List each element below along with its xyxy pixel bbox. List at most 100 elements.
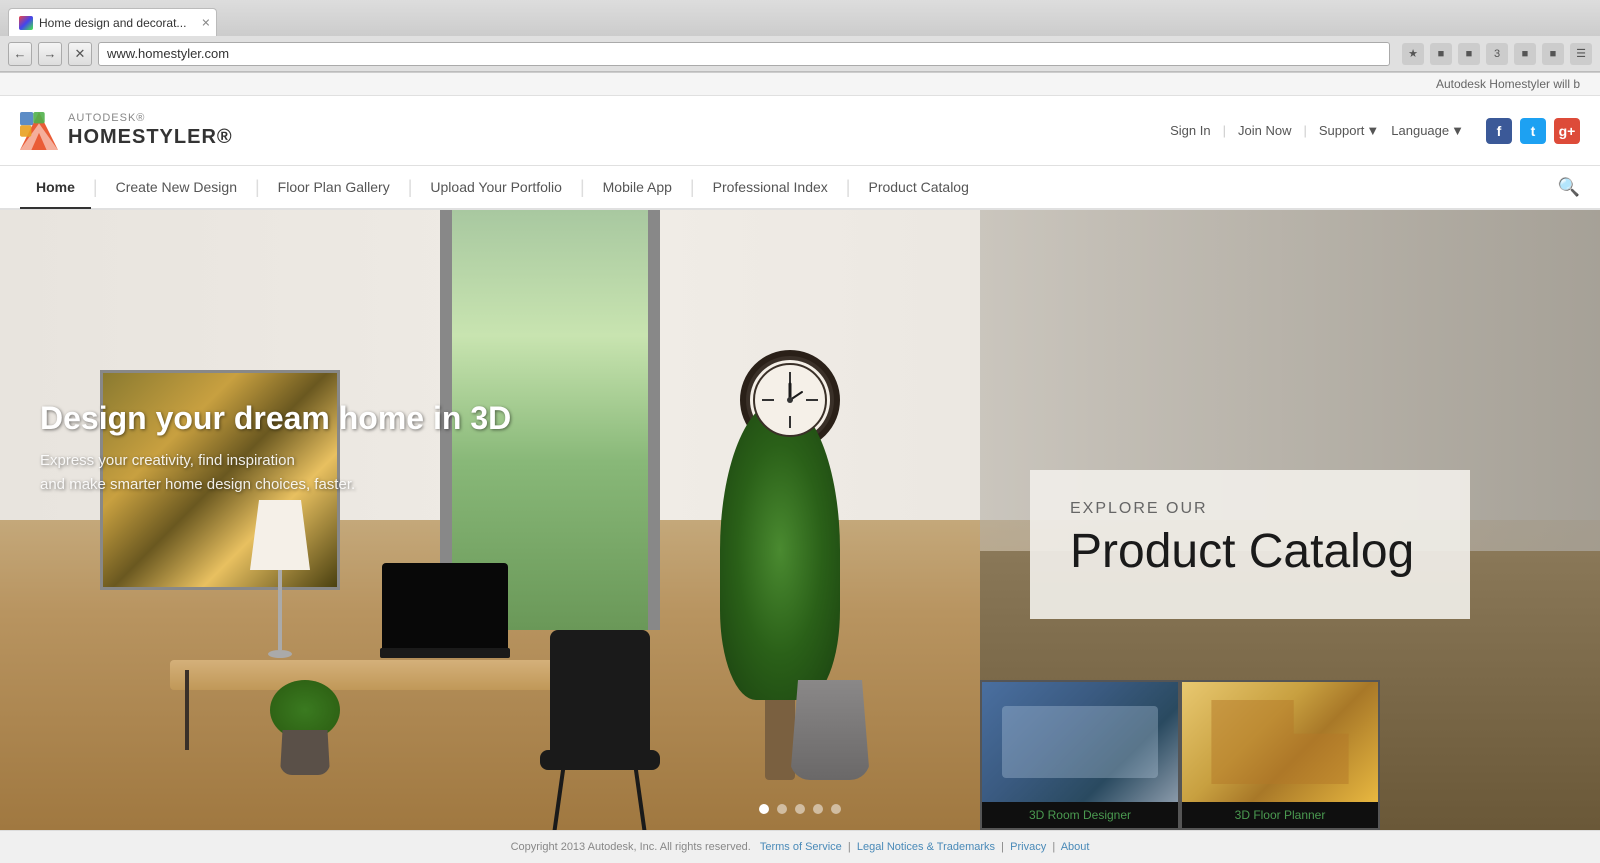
browser-tab[interactable]: Home design and decorat... ✕ bbox=[8, 8, 217, 36]
header-right: Sign In | Join Now | Support ▼ Language … bbox=[1170, 118, 1580, 144]
menu-button[interactable]: ☰ bbox=[1570, 43, 1592, 65]
ext-icon-4[interactable]: ■ bbox=[1514, 43, 1536, 65]
hero-headline: Design your dream home in 3D bbox=[40, 400, 511, 437]
nav-divider-4: | bbox=[578, 177, 587, 198]
chair-back bbox=[550, 630, 650, 750]
logo-area: AUTODESK® HOMESTYLER® bbox=[20, 112, 233, 150]
ext-icon-2[interactable]: ■ bbox=[1458, 43, 1480, 65]
logo-text: AUTODESK® HOMESTYLER® bbox=[68, 112, 233, 149]
chair bbox=[540, 750, 660, 770]
browser-addressbar: ← → ✕ www.homestyler.com ★ ■ ■ 3 ■ ■ ☰ bbox=[0, 36, 1600, 72]
browser-tabbar: Home design and decorat... ✕ bbox=[0, 0, 1600, 36]
ext-icon-5[interactable]: ■ bbox=[1542, 43, 1564, 65]
hero-subtext: Express your creativity, find inspiratio… bbox=[40, 449, 400, 497]
nav-item-upload[interactable]: Upload Your Portfolio bbox=[414, 167, 578, 209]
footer-about-link[interactable]: About bbox=[1061, 841, 1090, 853]
thumbnail-floor-label: 3D Floor Planner bbox=[1182, 802, 1378, 828]
homestyler-label: HOMESTYLER® bbox=[68, 125, 233, 149]
site-footer: Copyright 2013 Autodesk, Inc. All rights… bbox=[0, 830, 1600, 863]
address-bar[interactable]: www.homestyler.com bbox=[98, 42, 1390, 66]
hero-dot-3[interactable] bbox=[795, 804, 805, 814]
thumbnail-room-label: 3D Room Designer bbox=[982, 802, 1178, 828]
footer-privacy-link[interactable]: Privacy bbox=[1010, 841, 1046, 853]
ext-icon-1[interactable]: ■ bbox=[1430, 43, 1452, 65]
hero-dot-1[interactable] bbox=[759, 804, 769, 814]
footer-legal-link[interactable]: Legal Notices & Trademarks bbox=[857, 841, 995, 853]
header-sep-1: | bbox=[1223, 123, 1226, 138]
nav-item-floorplan[interactable]: Floor Plan Gallery bbox=[262, 167, 406, 209]
site-wrapper: Autodesk Homestyler will b AUTODESK® HOM… bbox=[0, 73, 1600, 863]
nav-divider-3: | bbox=[406, 177, 415, 198]
support-chevron-icon: ▼ bbox=[1366, 123, 1379, 138]
tab-close-button[interactable]: ✕ bbox=[201, 16, 210, 29]
brand-logo-icon bbox=[20, 112, 58, 150]
nav-item-catalog[interactable]: Product Catalog bbox=[852, 167, 984, 209]
language-label: Language bbox=[1391, 123, 1449, 138]
thumbnail-room-img bbox=[982, 682, 1178, 802]
ext-icon-3[interactable]: 3 bbox=[1486, 43, 1508, 65]
footer-copyright: Copyright 2013 Autodesk, Inc. All rights… bbox=[511, 841, 751, 853]
site-header: AUTODESK® HOMESTYLER® Sign In | Join Now… bbox=[0, 96, 1600, 166]
laptop-base bbox=[380, 648, 510, 658]
browser-chrome: Home design and decorat... ✕ ← → ✕ www.h… bbox=[0, 0, 1600, 73]
google-plus-icon[interactable]: g+ bbox=[1554, 118, 1580, 144]
explore-title: Product Catalog bbox=[1070, 526, 1430, 579]
tab-favicon bbox=[19, 16, 33, 30]
bookmark-icon[interactable]: ★ bbox=[1402, 43, 1424, 65]
facebook-icon[interactable]: f bbox=[1486, 118, 1512, 144]
thumbnail-bar: 3D Room Designer 3D Floor Planner bbox=[980, 680, 1600, 830]
chair-seat bbox=[540, 750, 660, 770]
hero-dot-5[interactable] bbox=[831, 804, 841, 814]
nav-divider-5: | bbox=[688, 177, 697, 198]
laptop-screen bbox=[382, 563, 508, 648]
twitter-icon[interactable]: t bbox=[1520, 118, 1546, 144]
small-plant bbox=[280, 730, 330, 775]
lamp-foot bbox=[268, 650, 292, 658]
nav-item-create[interactable]: Create New Design bbox=[100, 167, 253, 209]
join-now-link[interactable]: Join Now bbox=[1238, 123, 1291, 138]
clock-face bbox=[750, 360, 830, 440]
language-button[interactable]: Language ▼ bbox=[1391, 123, 1464, 138]
support-button[interactable]: Support ▼ bbox=[1319, 123, 1379, 138]
reload-button[interactable]: ✕ bbox=[68, 42, 92, 66]
explore-box: EXPLORE OUR Product Catalog bbox=[1030, 470, 1470, 619]
browser-icons: ★ ■ ■ 3 ■ ■ ☰ bbox=[1402, 43, 1592, 65]
hero-dot-2[interactable] bbox=[777, 804, 787, 814]
hero-dot-4[interactable] bbox=[813, 804, 823, 814]
wall-clock bbox=[740, 350, 840, 450]
hero-section: Design your dream home in 3D Express you… bbox=[0, 210, 1600, 830]
thumbnail-floor-planner[interactable]: 3D Floor Planner bbox=[1180, 680, 1380, 830]
nav-item-professional[interactable]: Professional Index bbox=[697, 167, 844, 209]
nav-item-home[interactable]: Home bbox=[20, 167, 91, 209]
desk-lamp bbox=[250, 500, 310, 658]
plant-pot-small bbox=[280, 730, 330, 775]
notification-bar: Autodesk Homestyler will b bbox=[0, 73, 1600, 96]
desk bbox=[170, 660, 610, 690]
explore-subtitle: EXPLORE OUR bbox=[1070, 500, 1430, 518]
notification-text: Autodesk Homestyler will b bbox=[1436, 77, 1580, 91]
support-label: Support bbox=[1319, 123, 1365, 138]
social-icons: f t g+ bbox=[1486, 118, 1580, 144]
footer-terms-link[interactable]: Terms of Service bbox=[760, 841, 842, 853]
hero-text-area: Design your dream home in 3D Express you… bbox=[40, 400, 511, 497]
forward-button[interactable]: → bbox=[38, 42, 62, 66]
site-nav: Home | Create New Design | Floor Plan Ga… bbox=[0, 166, 1600, 210]
autodesk-label: AUTODESK® bbox=[68, 112, 233, 125]
nav-divider-2: | bbox=[253, 177, 262, 198]
search-icon[interactable]: 🔍 bbox=[1558, 177, 1580, 198]
header-sep-2: | bbox=[1303, 123, 1306, 138]
language-chevron-icon: ▼ bbox=[1451, 123, 1464, 138]
lamp-base bbox=[278, 570, 282, 650]
back-button[interactable]: ← bbox=[8, 42, 32, 66]
hero-dots-indicator bbox=[759, 804, 841, 814]
nav-divider-6: | bbox=[844, 177, 853, 198]
sign-in-link[interactable]: Sign In bbox=[1170, 123, 1210, 138]
thumbnail-floor-img bbox=[1182, 682, 1378, 802]
thumbnail-room-designer[interactable]: 3D Room Designer bbox=[980, 680, 1180, 830]
plant-pot bbox=[790, 680, 870, 780]
tab-title: Home design and decorat... bbox=[39, 16, 186, 30]
lamp-shade bbox=[250, 500, 310, 570]
nav-divider-1: | bbox=[91, 177, 100, 198]
desk-leg-left bbox=[185, 670, 189, 750]
nav-item-mobile[interactable]: Mobile App bbox=[587, 167, 688, 209]
